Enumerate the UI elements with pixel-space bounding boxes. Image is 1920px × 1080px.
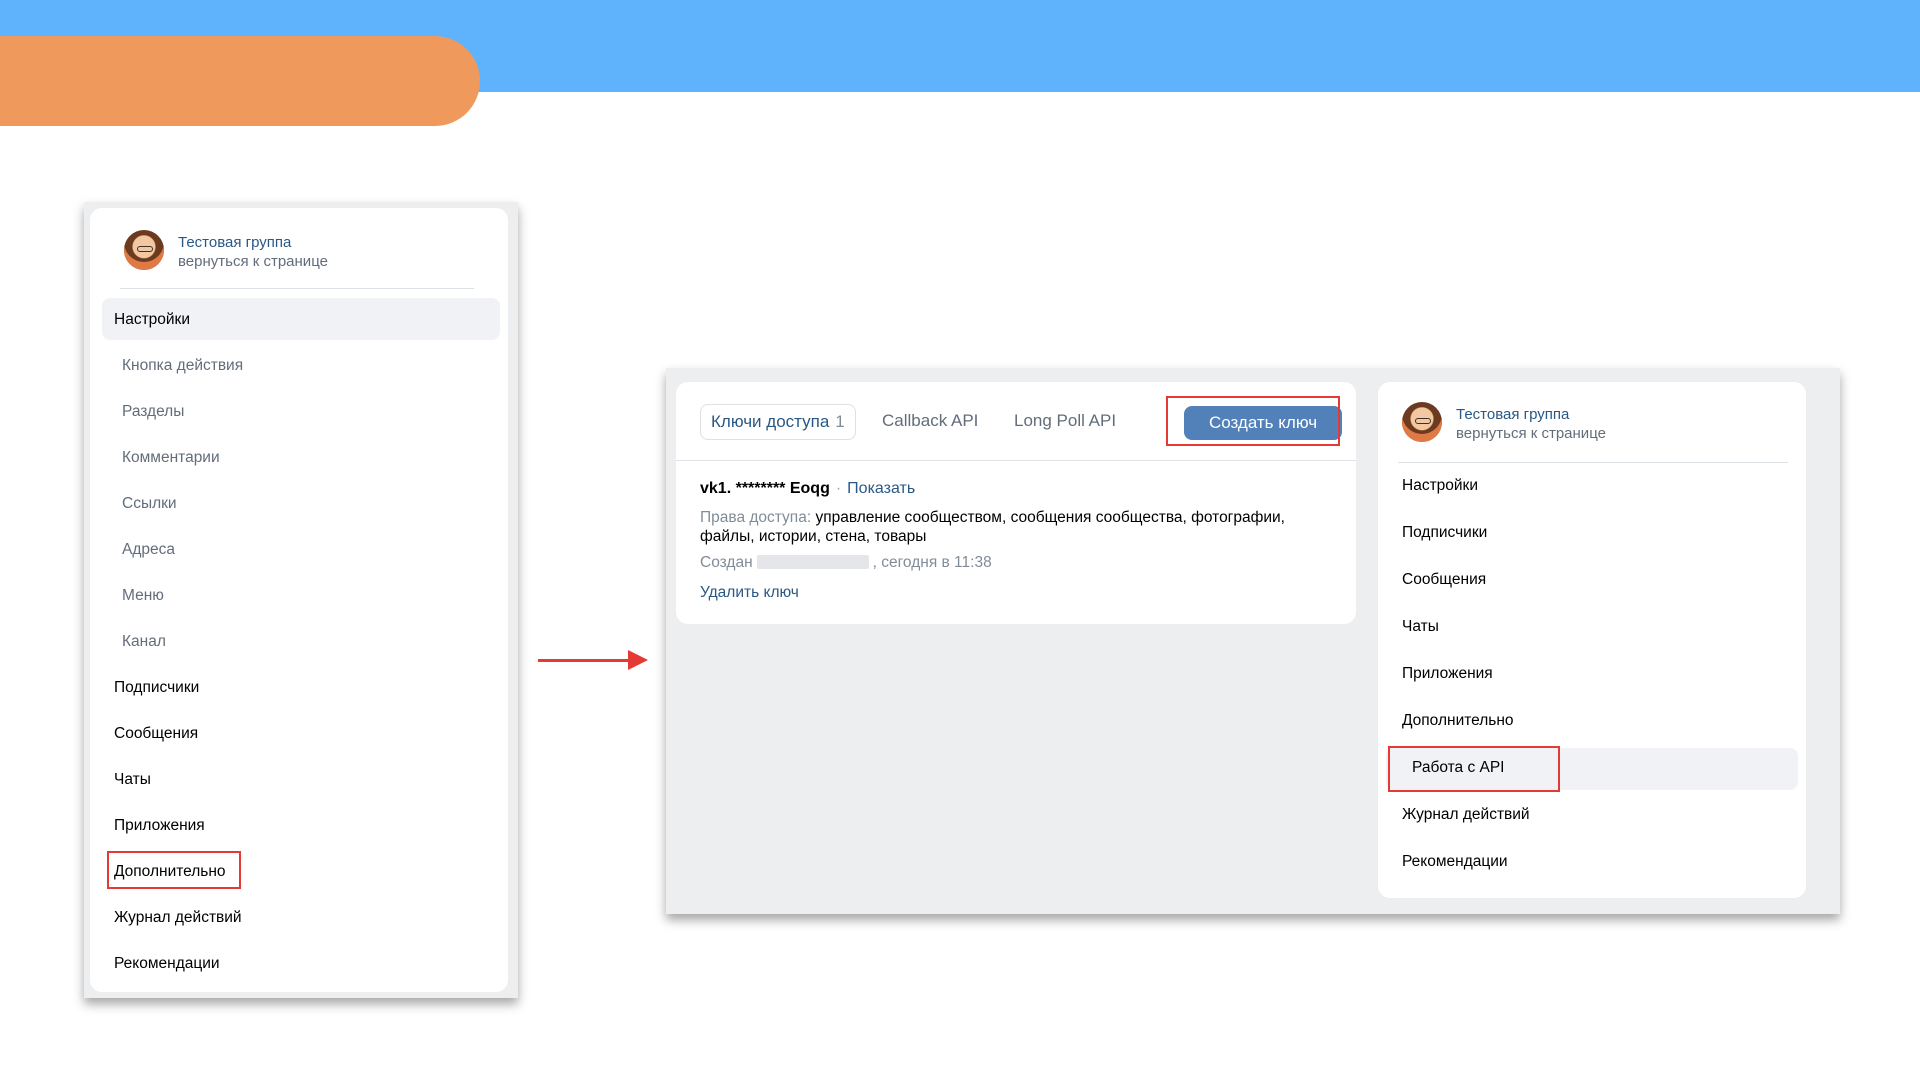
menu-item-action-log[interactable]: Журнал действий — [114, 909, 242, 927]
tab-count-badge: 1 — [835, 412, 845, 431]
delete-key-link[interactable]: Удалить ключ — [700, 584, 799, 602]
show-key-link[interactable]: Показать — [847, 480, 915, 497]
right-screenshot: Ключи доступа 1 Callback API Long Poll AP… — [666, 368, 1840, 914]
submenu-item-addresses[interactable]: Адреса — [122, 541, 175, 559]
highlight-box-api — [1388, 746, 1560, 792]
submenu-item-menu[interactable]: Меню — [122, 587, 164, 605]
tab-long-poll-api[interactable]: Long Poll API — [1014, 404, 1116, 438]
redacted-text — [756, 555, 869, 569]
separator-dot: · — [835, 480, 842, 497]
arrow-right-icon — [538, 659, 630, 662]
menu-item-apps[interactable]: Приложения — [114, 817, 205, 835]
access-rights: Права доступа: управление сообществом, с… — [700, 508, 1320, 546]
group-name[interactable]: Тестовая группа — [1456, 406, 1569, 423]
access-key-value: vk1. ******** Eoqg — [700, 480, 830, 497]
tab-access-keys[interactable]: Ключи доступа 1 — [700, 404, 856, 440]
submenu-item-action-button[interactable]: Кнопка действия — [122, 357, 243, 375]
back-to-page-link[interactable]: вернуться к странице — [178, 253, 328, 270]
left-screenshot: Тестовая группа вернуться к странице Нас… — [84, 202, 518, 998]
created-label: Создан — [700, 554, 753, 571]
community-settings-menu: Тестовая группа вернуться к странице Нас… — [90, 208, 508, 992]
menu-item-recommendations[interactable]: Рекомендации — [1402, 853, 1508, 871]
divider — [676, 460, 1356, 461]
created-value: , сегодня в 11:38 — [872, 554, 992, 571]
menu-item-chats[interactable]: Чаты — [114, 771, 151, 789]
tab-label: Ключи доступа — [711, 412, 830, 431]
menu-item-recommendations[interactable]: Рекомендации — [114, 955, 220, 973]
submenu-item-channel[interactable]: Канал — [122, 633, 166, 651]
menu-item-messages[interactable]: Сообщения — [1402, 571, 1486, 589]
back-to-page-link[interactable]: вернуться к странице — [1456, 425, 1606, 442]
highlight-box-create-key — [1166, 396, 1340, 446]
divider — [1398, 462, 1788, 463]
menu-item-settings[interactable]: Настройки — [114, 311, 190, 329]
menu-item-action-log[interactable]: Журнал действий — [1402, 806, 1530, 824]
community-settings-menu-right: Тестовая группа вернуться к странице Нас… — [1378, 382, 1806, 898]
submenu-item-links[interactable]: Ссылки — [122, 495, 177, 513]
access-key-row: vk1. ******** Eoqg · Показать — [700, 480, 915, 498]
tab-callback-api[interactable]: Callback API — [882, 404, 978, 438]
menu-item-settings[interactable]: Настройки — [1402, 477, 1478, 495]
highlight-box-advanced — [107, 851, 241, 889]
menu-item-messages[interactable]: Сообщения — [114, 725, 198, 743]
group-name[interactable]: Тестовая группа — [178, 234, 291, 251]
api-keys-card: Ключи доступа 1 Callback API Long Poll AP… — [676, 382, 1356, 624]
menu-item-subscribers[interactable]: Подписчики — [114, 679, 199, 697]
avatar[interactable] — [1402, 402, 1442, 442]
access-rights-label: Права доступа: — [700, 509, 812, 526]
menu-item-chats[interactable]: Чаты — [1402, 618, 1439, 636]
submenu-item-sections[interactable]: Разделы — [122, 403, 184, 421]
menu-item-advanced[interactable]: Дополнительно — [1402, 712, 1514, 730]
menu-item-subscribers[interactable]: Подписчики — [1402, 524, 1487, 542]
submenu-item-comments[interactable]: Комментарии — [122, 449, 220, 467]
avatar[interactable] — [124, 230, 164, 270]
arrow-head-icon — [628, 650, 648, 670]
menu-item-apps[interactable]: Приложения — [1402, 665, 1493, 683]
header-accent-pill — [0, 36, 480, 126]
divider — [120, 288, 474, 289]
created-info: Создан , сегодня в 11:38 — [700, 554, 992, 572]
